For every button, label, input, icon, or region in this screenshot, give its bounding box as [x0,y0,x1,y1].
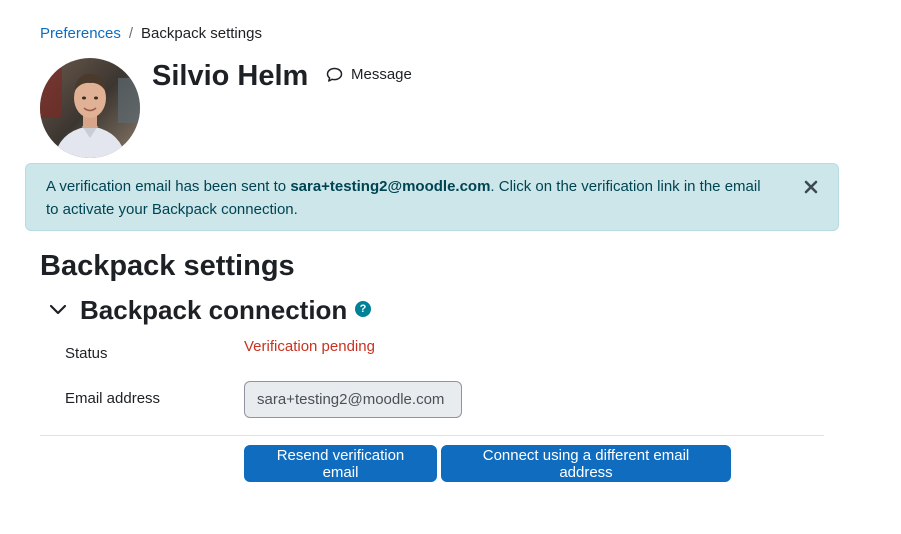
chat-bubble-icon [326,67,343,82]
divider [40,435,824,436]
status-value: Verification pending [244,338,375,355]
connect-different-email-button[interactable]: Connect using a different email address [441,445,731,482]
message-button[interactable]: Message [326,66,412,83]
email-field[interactable] [244,381,462,418]
section-title[interactable]: Backpack connection [80,293,347,327]
status-label: Status [65,345,108,362]
alert-text-before: A verification email has been sent to [46,178,291,195]
avatar[interactable] [40,58,140,158]
page-title: Backpack settings [40,250,295,282]
verification-alert: A verification email has been sent to sa… [25,163,839,231]
breadcrumb-link-preferences[interactable]: Preferences [40,25,121,42]
message-label: Message [351,66,412,83]
breadcrumb: Preferences / Backpack settings [40,25,262,42]
email-label: Email address [65,390,161,407]
breadcrumb-current: Backpack settings [141,25,262,42]
close-icon[interactable] [802,178,820,196]
resend-verification-button[interactable]: Resend verification email [244,445,437,482]
breadcrumb-separator: / [128,25,134,42]
chevron-down-icon[interactable] [48,300,68,320]
help-icon[interactable]: ? [355,301,371,317]
alert-email: sara+testing2@moodle.com [290,178,491,195]
user-name: Silvio Helm [152,60,309,92]
user-photo-icon [40,58,140,158]
